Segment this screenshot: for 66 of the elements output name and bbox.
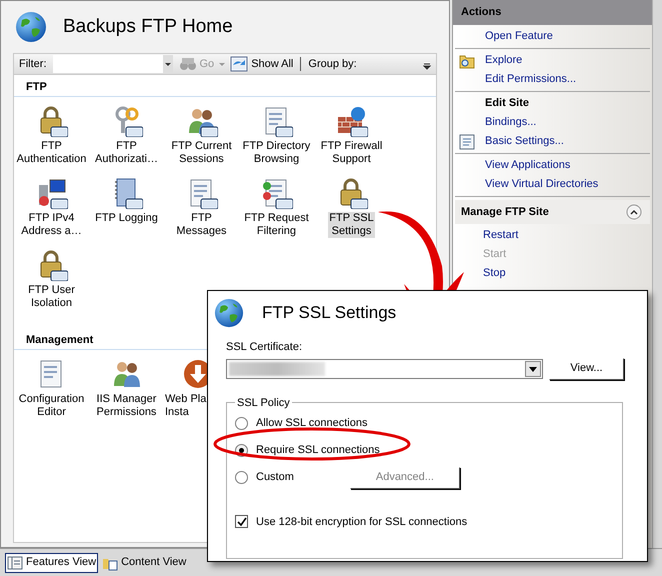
feature-label: FTP Firewall Support (320, 140, 384, 166)
feature-label: FTP Current Sessions (170, 140, 233, 166)
feature-label: IIS Manager Permissions (96, 393, 158, 419)
brick-wall-icon (336, 105, 368, 137)
feature-item[interactable]: FTP Request Filtering (239, 177, 314, 238)
feature-label: FTP Directory Browsing (242, 140, 312, 166)
checkmark-icon (236, 516, 246, 527)
feature-item[interactable]: FTP SSL Settings (314, 177, 389, 238)
feature-item[interactable]: Configuration Editor (14, 358, 89, 419)
section-title: Manage FTP Site (461, 204, 549, 220)
action-link[interactable]: View Virtual Directories (485, 176, 598, 193)
actions-title: Actions (461, 5, 502, 20)
folder-search-icon (459, 52, 475, 68)
filter-label: Filter: (19, 56, 46, 72)
filter-field[interactable] (52, 55, 172, 73)
action-link[interactable]: Open Feature (485, 28, 553, 45)
view-tab[interactable]: Features View (5, 552, 98, 572)
action-link[interactable]: View Applications (485, 157, 570, 174)
feature-item[interactable]: FTP Current Sessions (164, 105, 239, 166)
globe-icon (214, 298, 244, 328)
feature-item[interactable]: FTP Authorizati… (89, 105, 164, 166)
radio-option[interactable]: Custom (235, 469, 294, 486)
view-button[interactable]: View... (549, 358, 624, 380)
feature-item[interactable]: IIS Manager Permissions (89, 358, 164, 419)
certificate-dropdown[interactable] (226, 358, 543, 378)
feature-label: FTP IPv4 Address a… (20, 212, 83, 238)
feature-item[interactable]: FTP Messages (164, 177, 239, 238)
feature-label: FTP Messages (175, 212, 228, 238)
globe-icon (15, 11, 47, 43)
checklist-icon (260, 177, 292, 209)
feature-item[interactable]: FTP Firewall Support (314, 105, 389, 166)
feature-item[interactable]: FTP Directory Browsing (239, 105, 314, 166)
radio-option[interactable]: Allow SSL connections (235, 415, 368, 432)
feature-label: FTP Logging (94, 212, 159, 225)
group-heading: Management (25, 333, 94, 346)
feature-item[interactable]: FTP Logging (89, 177, 164, 238)
action-link[interactable]: Bindings... (485, 114, 536, 131)
action-link[interactable]: Stop (483, 264, 652, 283)
group-by-label: Group by: (308, 56, 357, 72)
collapse-icon[interactable] (626, 204, 642, 220)
form-icon (459, 134, 475, 150)
action-link[interactable]: Explore (485, 52, 522, 69)
action-link[interactable]: Edit Permissions... (485, 71, 576, 88)
encryption-checkbox[interactable]: Use 128-bit encryption for SSL connections (235, 514, 614, 530)
action-link[interactable]: Basic Settings... (485, 133, 564, 150)
view-tab[interactable]: Content View (100, 552, 188, 572)
list-icon (7, 554, 23, 570)
section-header[interactable]: Manage FTP Site (455, 200, 650, 224)
feature-label: FTP SSL Settings (328, 212, 375, 238)
feature-label: FTP User Isolation (27, 284, 76, 310)
feature-label: Configuration Editor (18, 393, 86, 419)
action-link[interactable]: Restart (483, 226, 652, 245)
feature-label: FTP Request Filtering (243, 212, 310, 238)
group-heading: FTP (25, 80, 48, 93)
section-heading: Edit Site (485, 96, 530, 112)
show-all-button[interactable]: Show All (230, 56, 294, 72)
feature-item[interactable]: FTP Authentication (14, 105, 89, 166)
feature-item[interactable]: FTP User Isolation (14, 249, 89, 310)
feature-label: Web Pla Insta (164, 393, 208, 419)
feature-label: FTP Authentication (16, 140, 88, 166)
page-title: Backups FTP Home (63, 14, 233, 39)
dialog-title: FTP SSL Settings (262, 302, 396, 324)
feature-label: FTP Authorizati… (94, 140, 159, 166)
field-label: SSL Certificate: (226, 340, 304, 355)
binoculars-icon (178, 57, 196, 71)
feature-item[interactable]: FTP IPv4 Address a… (14, 177, 89, 238)
